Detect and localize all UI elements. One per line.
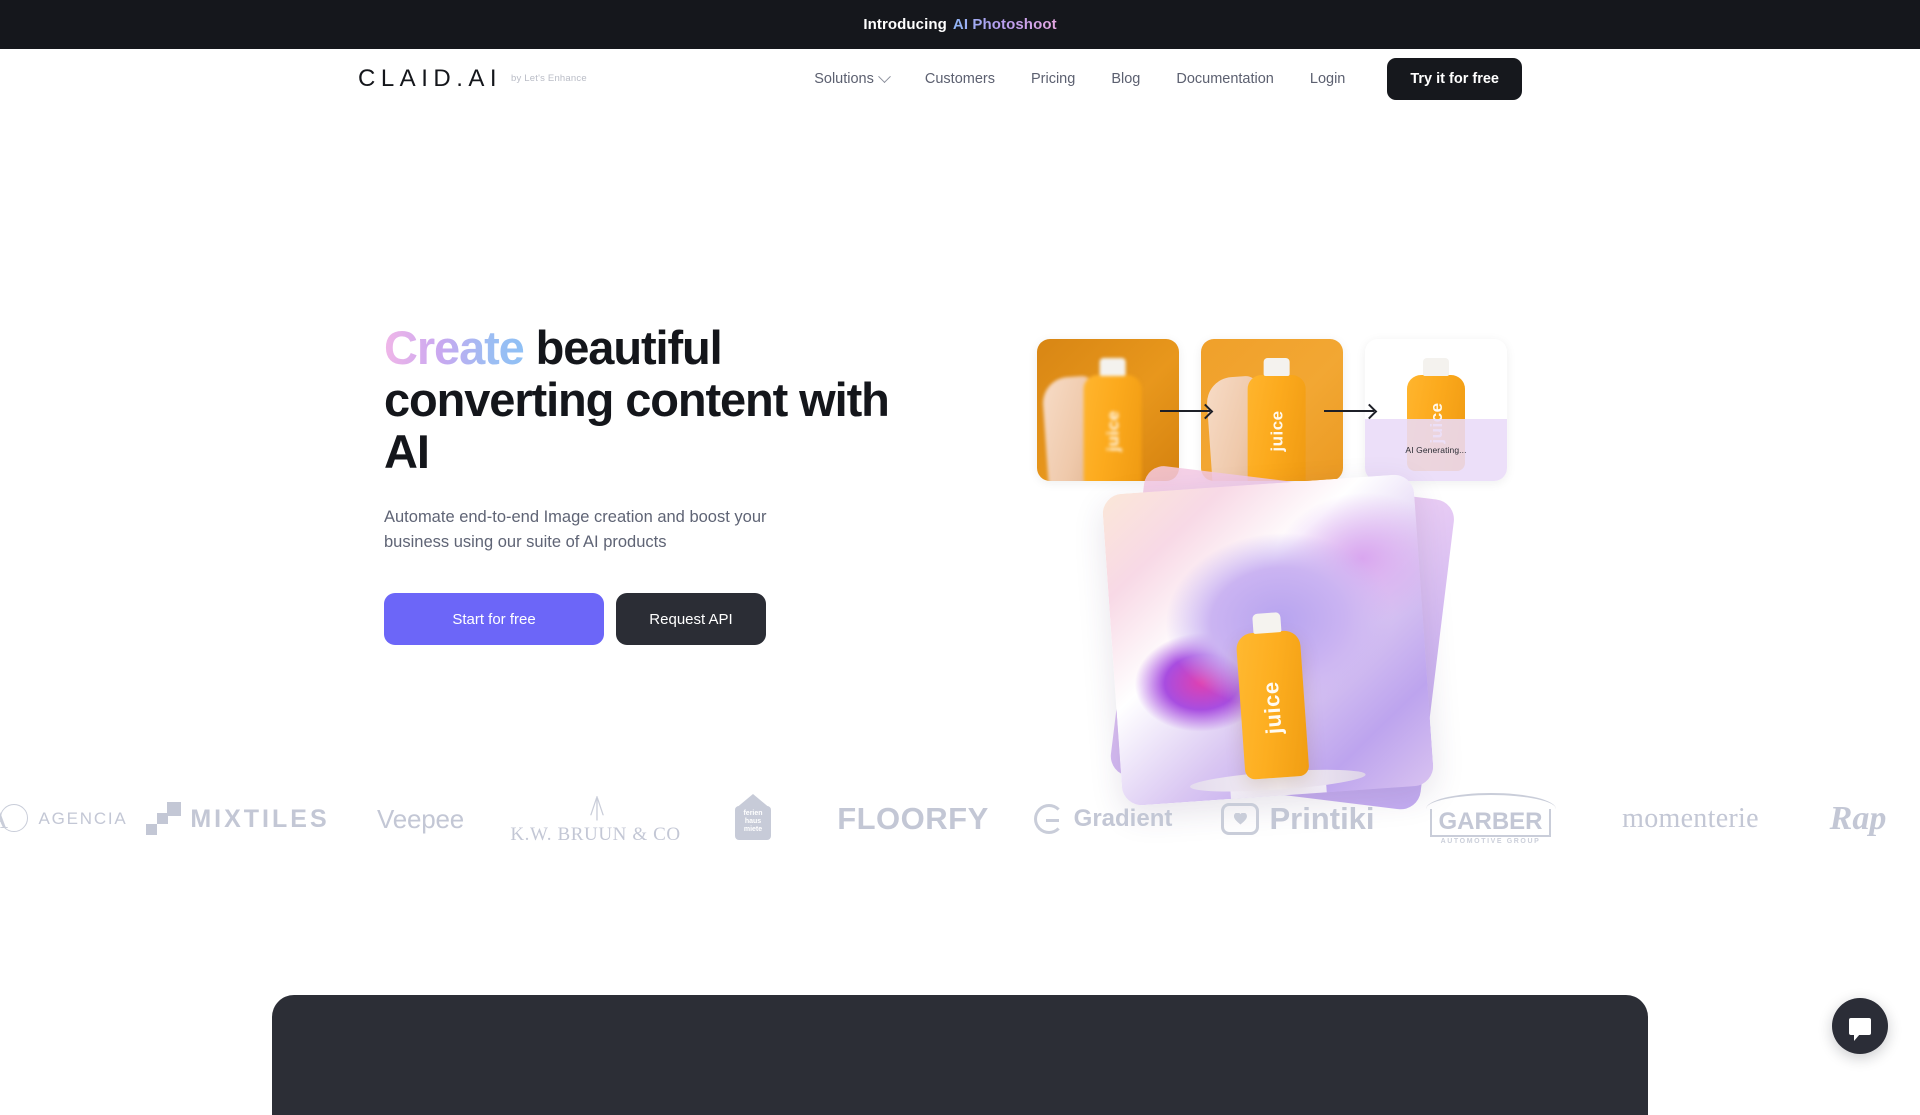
logo-label-garber: GARBER [1430, 809, 1550, 837]
logo-label-floorfy: FLOORFY [837, 801, 989, 837]
logo-sub-garber: AUTOMOTIVE GROUP [1441, 838, 1541, 845]
ai-generating-overlay: AI Generating... [1365, 419, 1507, 481]
brand-name: CLAID.AI [358, 65, 502, 93]
ferien-line3: miete [744, 826, 762, 834]
brand-logo[interactable]: CLAID.AI by Let's Enhance [358, 65, 587, 93]
logo-printiki: Printiki [1198, 801, 1398, 837]
logo-label-kw-bruun: K.W. BRUUN & CO [510, 824, 680, 846]
juice-bottle [1084, 375, 1142, 481]
announcement-bar[interactable]: Introducing AI Photoshoot [0, 0, 1920, 49]
camera-heart-icon [1221, 803, 1259, 835]
nav-item-login[interactable]: Login [1292, 71, 1363, 87]
car-silhouette-icon [1426, 793, 1556, 809]
thumbnail-generating: AI Generating... [1365, 339, 1507, 481]
chat-bubble-icon [1849, 1018, 1871, 1035]
nav-item-solutions[interactable]: Solutions [814, 71, 907, 87]
logo-veepee: Veepee [338, 804, 503, 835]
nav-item-customers[interactable]: Customers [907, 71, 1013, 87]
ferien-line2: haus [745, 818, 761, 826]
nav-item-documentation[interactable]: Documentation [1158, 71, 1292, 87]
nav-item-blog[interactable]: Blog [1093, 71, 1158, 87]
ferien-line1: ferien [743, 810, 762, 818]
hero-result-image [1112, 484, 1424, 796]
chat-widget-button[interactable] [1832, 998, 1888, 1054]
bruun-arch-icon: /|\ [590, 792, 601, 822]
agencia-mark-icon [0, 804, 28, 834]
logo-rapid: Rap [1798, 800, 1918, 838]
hero-actions: Start for free Request API [384, 593, 904, 645]
headline-highlight: Create [384, 321, 524, 374]
customer-logo-strip: AGENCIA MIXTILES Veepee /|\ K.W. BRUUN &… [0, 759, 1920, 879]
hero-illustration: AI Generating... [1030, 339, 1550, 819]
logo-mixtiles: MIXTILES [138, 802, 338, 836]
logo-label-mixtiles: MIXTILES [190, 805, 329, 834]
logo-label-veepee: Veepee [377, 804, 464, 835]
announcement-highlight: AI Photoshoot [953, 16, 1057, 33]
logo-label-agencia: AGENCIA [38, 809, 127, 829]
site-header: CLAID.AI by Let's Enhance Solutions Cust… [0, 49, 1920, 109]
logo-momenterie: momenterie [1583, 803, 1798, 835]
house-icon: ferien haus miete [732, 796, 774, 842]
try-it-for-free-button[interactable]: Try it for free [1387, 58, 1522, 100]
logo-label-gradient: Gradient [1074, 805, 1173, 833]
logo-garber: GARBER AUTOMOTIVE GROUP [1398, 793, 1583, 845]
logo-label-momenterie: momenterie [1622, 803, 1759, 835]
hero-subtitle: Automate end-to-end Image creation and b… [384, 505, 814, 554]
thumbnail-original [1037, 339, 1179, 481]
hero-copy: Create beautiful converting content with… [384, 109, 904, 645]
arrow-right-icon [1324, 410, 1374, 412]
nav-label-solutions: Solutions [814, 71, 874, 87]
start-for-free-button[interactable]: Start for free [384, 593, 604, 645]
main-navigation: Solutions Customers Pricing Blog Documen… [814, 58, 1522, 100]
logo-kw-bruun: /|\ K.W. BRUUN & CO [503, 792, 688, 846]
juice-bottle [1248, 375, 1306, 481]
chevron-down-icon [878, 70, 891, 83]
pipeline-thumbnails: AI Generating... [1037, 339, 1507, 481]
arrow-right-icon [1160, 410, 1210, 412]
hero-section: Create beautiful converting content with… [0, 109, 1920, 759]
request-api-button[interactable]: Request API [616, 593, 766, 645]
thumbnail-enhanced [1201, 339, 1343, 481]
logo-ferienhausmiete: ferien haus miete [688, 796, 818, 842]
brand-tagline: by Let's Enhance [511, 73, 587, 84]
nav-item-pricing[interactable]: Pricing [1013, 71, 1093, 87]
result-card-front [1101, 473, 1434, 806]
logo-label-rapid: Rap [1830, 800, 1887, 838]
logo-gradient: Gradient [1008, 804, 1198, 834]
logo-label-printiki: Printiki [1269, 801, 1374, 837]
logo-agencia: AGENCIA [0, 804, 138, 834]
page-title: Create beautiful converting content with… [384, 322, 904, 478]
announcement-prefix: Introducing [863, 16, 947, 33]
mixtiles-squares-icon [146, 802, 180, 836]
gradient-g-icon [1034, 804, 1064, 834]
next-section-panel [272, 995, 1648, 1115]
ai-generating-label: AI Generating... [1405, 445, 1466, 455]
juice-bottle-large [1236, 630, 1310, 780]
logo-floorfy: FLOORFY [818, 801, 1008, 837]
